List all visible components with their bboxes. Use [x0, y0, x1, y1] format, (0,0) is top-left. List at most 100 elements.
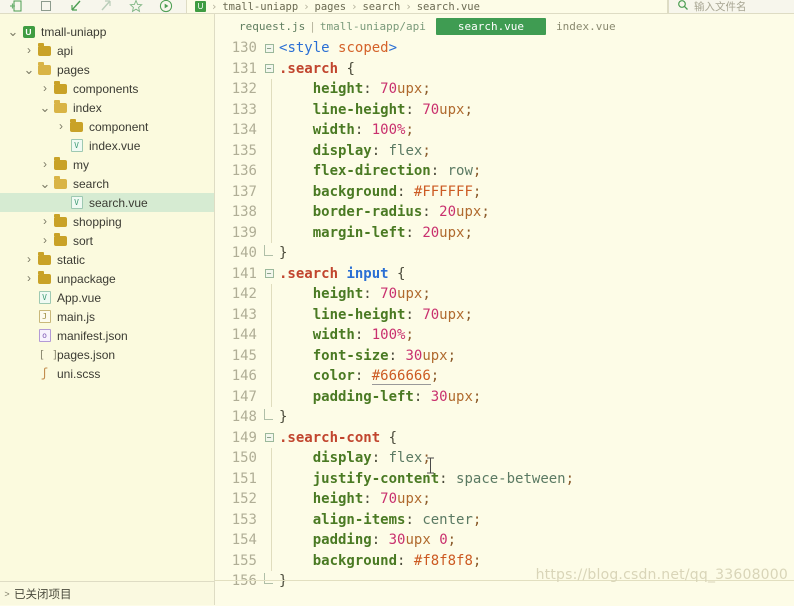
forward-arrow-icon[interactable] — [98, 0, 114, 13]
chevron-right-icon[interactable]: › — [22, 269, 36, 288]
tree-item-my[interactable]: › my — [0, 155, 214, 174]
code-line[interactable]: } — [279, 407, 794, 428]
code-token: 100 — [371, 122, 398, 138]
code-line[interactable]: padding-left: 30upx; — [279, 387, 794, 408]
breadcrumb-part-project[interactable]: tmall-uniapp — [222, 1, 298, 13]
code-text[interactable]: <style scoped> .search { height: 70upx; l… — [277, 38, 794, 605]
chevron-right-icon[interactable]: › — [38, 231, 52, 250]
tab-divider: | — [309, 19, 316, 33]
code-line[interactable]: display: flex; — [279, 448, 794, 469]
tree-item-pages[interactable]: ⌄ pages — [0, 60, 214, 79]
code-area[interactable]: 130 131 132 133 134 135 136 137 138 139 140 141 142 1… — [215, 38, 794, 605]
editor-tab-search-vue[interactable]: search.vue — [435, 17, 547, 35]
code-line[interactable]: .search input { — [279, 264, 794, 285]
code-line[interactable]: flex-direction: row; — [279, 161, 794, 182]
breadcrumb[interactable]: U › tmall-uniapp › pages › search › sear… — [186, 0, 668, 13]
code-line[interactable]: border-radius: 20upx; — [279, 202, 794, 223]
breadcrumb-part-file[interactable]: search.vue — [417, 1, 480, 13]
code-line[interactable]: line-height: 70upx; — [279, 305, 794, 326]
tree-item-sort[interactable]: › sort — [0, 231, 214, 250]
chevron-right-icon[interactable]: › — [22, 41, 36, 60]
code-line[interactable]: height: 70upx; — [279, 79, 794, 100]
tree-item-api[interactable]: › api — [0, 41, 214, 60]
tree-item-main-js[interactable]: Jmain.js — [0, 307, 214, 326]
fold-end-marker — [261, 571, 277, 592]
code-token: : — [371, 532, 381, 548]
code-token: : — [363, 286, 372, 302]
folder-icon — [52, 81, 69, 94]
breadcrumb-part-search[interactable]: search — [362, 1, 400, 13]
file-search-box[interactable]: 输入文件名 — [668, 0, 794, 13]
tree-item-index[interactable]: ⌄ index — [0, 98, 214, 117]
code-line[interactable]: height: 70upx; — [279, 489, 794, 510]
code-line[interactable]: <style scoped> — [279, 38, 794, 59]
new-file-icon[interactable] — [8, 0, 24, 13]
chevron-right-icon[interactable]: › — [22, 250, 36, 269]
code-line[interactable]: align-items: center; — [279, 510, 794, 531]
code-line[interactable]: background: #f8f8f8; — [279, 551, 794, 572]
closed-projects-bar[interactable]: > 已关闭项目 — [0, 581, 214, 605]
fold-toggle-icon[interactable]: − — [261, 264, 277, 285]
tree-item-index-vue[interactable]: Vindex.vue — [0, 136, 214, 155]
code-line[interactable]: .search-cont { — [279, 428, 794, 449]
chevron-right-icon[interactable]: › — [38, 212, 52, 231]
run-play-icon[interactable] — [158, 0, 174, 13]
tree-item-manifest-json[interactable]: o manifest.json — [0, 326, 214, 345]
code-line[interactable]: height: 70upx; — [279, 284, 794, 305]
editor-tab-request-js[interactable]: request.js | tmall-uniapp/api — [229, 18, 436, 35]
tree-item-shopping[interactable]: › shopping — [0, 212, 214, 231]
tree-item-app-vue[interactable]: V App.vue — [0, 288, 214, 307]
chevron-down-icon[interactable]: ⌄ — [38, 101, 52, 114]
chevron-right-icon[interactable]: › — [38, 155, 52, 174]
code-line[interactable]: padding: 30upx 0; — [279, 530, 794, 551]
editor-tab-index-vue[interactable]: index.vue — [546, 18, 626, 35]
chevron-right-icon[interactable]: › — [38, 79, 52, 98]
tree-item-search[interactable]: ⌄ search — [0, 174, 214, 193]
line-number: 147 — [231, 388, 257, 405]
chevron-down-icon[interactable]: ⌄ — [6, 25, 20, 38]
tree-item-tmall-uniapp[interactable]: ⌄ Utmall-uniapp — [0, 22, 214, 41]
code-line[interactable]: } — [279, 243, 794, 264]
code-line[interactable]: width: 100%; — [279, 120, 794, 141]
code-token: 0 — [439, 532, 448, 548]
tree-item-components[interactable]: › components — [0, 79, 214, 98]
bookmark-star-icon[interactable] — [128, 0, 144, 13]
fold-toggle-icon[interactable]: − — [261, 38, 277, 59]
tree-item-uni-scss[interactable]: ʃ uni.scss — [0, 364, 214, 383]
code-line[interactable]: background: #FFFFFF; — [279, 182, 794, 203]
line-number: 148 — [231, 409, 257, 425]
editor-tab-bar[interactable]: request.js | tmall-uniapp/api search.vue ind… — [215, 14, 794, 38]
code-line[interactable]: line-height: 70upx; — [279, 100, 794, 121]
fold-toggle-icon[interactable]: − — [261, 428, 277, 449]
tree-item-static[interactable]: › static — [0, 250, 214, 269]
chevron-right-icon[interactable]: › — [54, 117, 68, 136]
tree-item-component[interactable]: › component — [0, 117, 214, 136]
tree-item-unpackage[interactable]: › unpackage — [0, 269, 214, 288]
code-line[interactable]: color: #666666; — [279, 366, 794, 387]
breadcrumb-part-pages[interactable]: pages — [315, 1, 347, 13]
indent-guide — [261, 366, 277, 387]
chevron-down-icon[interactable]: ⌄ — [38, 177, 52, 190]
project-file-tree[interactable]: ⌄ Utmall-uniapp › api ⌄ pages › components ⌄ inde… — [0, 14, 214, 581]
fold-toggle-icon[interactable]: − — [261, 59, 277, 80]
code-line[interactable]: .search { — [279, 59, 794, 80]
tree-item-search-vue[interactable]: Vsearch.vue — [0, 193, 214, 212]
back-arrow-icon[interactable] — [68, 0, 84, 13]
code-folding-gutter[interactable]: − − − − — [261, 38, 277, 605]
chevron-down-icon[interactable]: ⌄ — [22, 63, 36, 76]
tree-item-label: sort — [73, 233, 94, 248]
code-line[interactable]: width: 100%; — [279, 325, 794, 346]
code-line[interactable]: justify-content: space-between; — [279, 469, 794, 490]
code-token: : — [430, 163, 440, 179]
code-line[interactable]: display: flex; — [279, 141, 794, 162]
tree-item-pages-json[interactable]: [ ] pages.json — [0, 345, 214, 364]
code-token: row — [447, 163, 473, 179]
code-line[interactable]: font-size: 30upx; — [279, 346, 794, 367]
stop-icon[interactable] — [38, 0, 54, 13]
code-line[interactable]: margin-left: 20upx; — [279, 223, 794, 244]
code-line[interactable]: } — [279, 571, 794, 592]
